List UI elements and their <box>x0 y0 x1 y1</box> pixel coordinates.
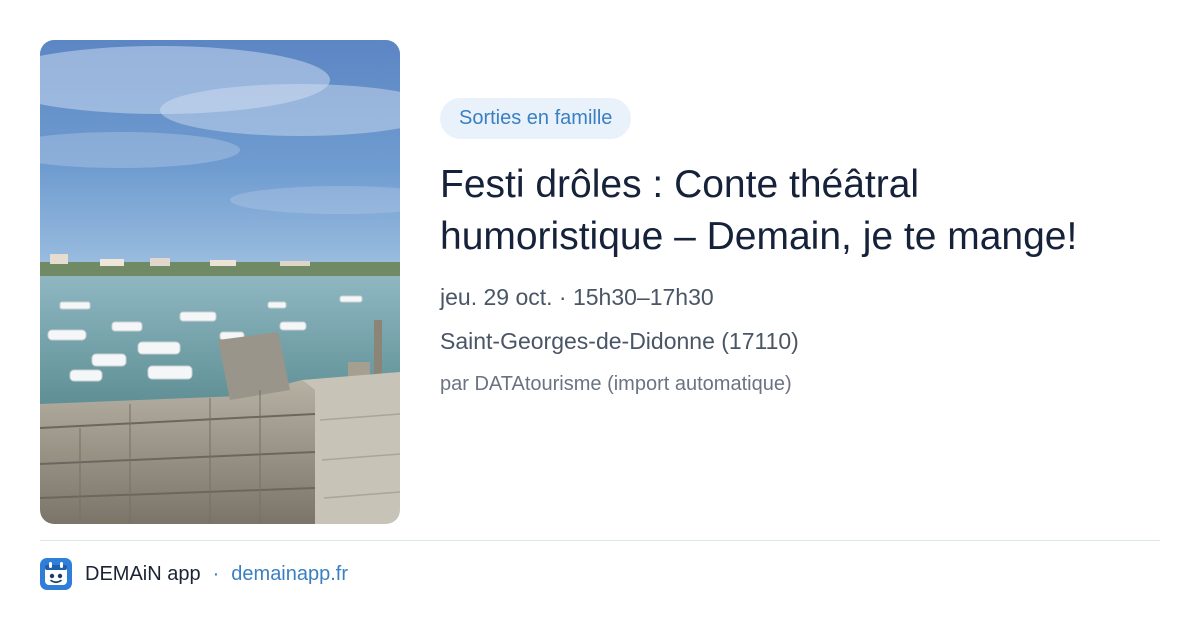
event-location: Saint-Georges-de-Didonne (17110) <box>440 328 799 354</box>
event-details: Sorties en famille Festi drôles : Conte … <box>440 98 1140 396</box>
app-name: DEMAiN app <box>85 562 201 585</box>
event-source: par DATAtourisme (import automatique) <box>440 373 792 395</box>
demain-app-icon[interactable] <box>40 558 72 590</box>
event-photo <box>40 40 400 524</box>
event-share-card: Sorties en famille Festi drôles : Conte … <box>0 0 1200 630</box>
footer-separator: · <box>212 562 220 585</box>
category-tag[interactable]: Sorties en famille <box>440 98 632 139</box>
event-datetime: jeu. 29 oct. · 15h30–17h30 <box>440 284 714 310</box>
footer-divider <box>40 540 1160 541</box>
event-title[interactable]: Festi drôles : Conte théâtral humoristiq… <box>440 159 1080 263</box>
footer: DEMAiN app · demainapp.fr <box>40 558 348 590</box>
site-link[interactable]: demainapp.fr <box>231 563 348 586</box>
